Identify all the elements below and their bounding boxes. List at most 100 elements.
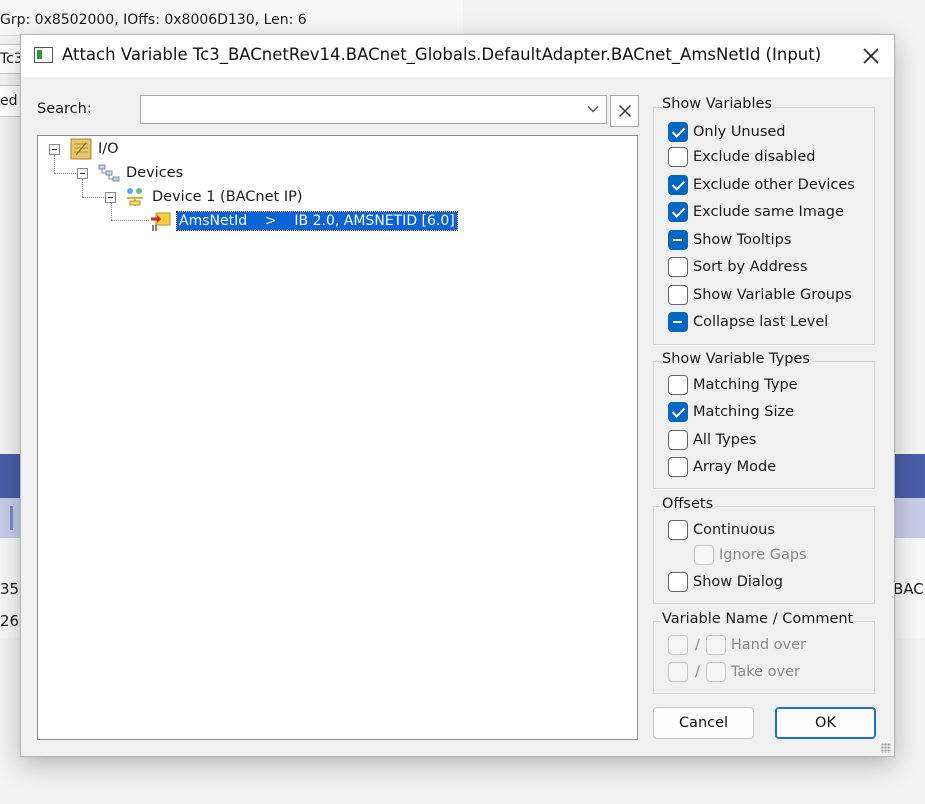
- name-hand-over-checkbox[interactable]: [668, 635, 688, 655]
- tree-label-io: I/O: [98, 141, 119, 157]
- matching-size-checkbox[interactable]: Matching Size: [668, 401, 794, 423]
- checkbox-box[interactable]: [668, 572, 688, 592]
- cancel-button[interactable]: Cancel: [653, 707, 754, 739]
- offsets-title: Offsets: [661, 496, 715, 512]
- input-variable-icon: [151, 212, 171, 231]
- dialog-title: Attach Variable Tc3_BACnetRev14.BACnet_G…: [62, 45, 822, 64]
- tree-label-devices: Devices: [126, 165, 184, 181]
- tree-connector: [111, 203, 112, 220]
- checkbox-box[interactable]: [668, 122, 688, 142]
- comment-take-over-checkbox[interactable]: [705, 662, 726, 682]
- background-info-text: Grp: 0x8502000, IOffs: 0x8006D130, Len: …: [0, 12, 307, 28]
- search-input[interactable]: [145, 96, 575, 122]
- only-unused-label: Only Unused: [693, 124, 786, 140]
- checkbox-box[interactable]: [668, 175, 688, 195]
- exclude-other-devices-label: Exclude other Devices: [693, 177, 855, 193]
- matching-size-label: Matching Size: [693, 404, 795, 420]
- tree-node-amsnetid[interactable]: AmsNetId > IB 2.0, AMSNETID [6.0]: [150, 210, 458, 232]
- collapse-last-level-label: Collapse last Level: [693, 314, 829, 330]
- variable-name-comment-group: [653, 621, 875, 694]
- hand-over-row[interactable]: / Hand over: [668, 634, 806, 656]
- show-tooltips-checkbox[interactable]: Show Tooltips: [668, 229, 791, 251]
- continuous-checkbox[interactable]: Continuous: [668, 519, 775, 541]
- ok-button[interactable]: OK: [775, 707, 876, 739]
- checkbox-box[interactable]: [668, 230, 688, 250]
- checkbox-box[interactable]: [668, 520, 688, 540]
- variable-tree[interactable]: I/O Devices Device 1 (BACnet IP) AmsNetI…: [37, 135, 638, 740]
- tree-node-io[interactable]: I/O: [70, 138, 119, 160]
- checkbox-box[interactable]: [668, 285, 688, 305]
- separator-slash: /: [695, 637, 700, 653]
- ignore-gaps-checkbox[interactable]: Ignore Gaps: [694, 544, 807, 566]
- show-variable-groups-checkbox[interactable]: Show Variable Groups: [668, 284, 852, 306]
- tree-label-amsnetid: AmsNetId > IB 2.0, AMSNETID [6.0]: [176, 211, 458, 231]
- show-dialog-label: Show Dialog: [693, 574, 783, 590]
- only-unused-checkbox[interactable]: Only Unused: [668, 121, 786, 143]
- checkbox-box[interactable]: [668, 457, 688, 477]
- matching-type-checkbox[interactable]: Matching Type: [668, 374, 798, 396]
- checkbox-box[interactable]: [668, 257, 688, 277]
- background-row2-left: 26: [0, 612, 20, 630]
- tree-label-device1: Device 1 (BACnet IP): [152, 189, 303, 205]
- take-over-row[interactable]: / Take over: [668, 661, 800, 683]
- search-label: Search:: [37, 101, 92, 117]
- sort-by-address-checkbox[interactable]: Sort by Address: [668, 256, 807, 278]
- checkbox-box[interactable]: [668, 375, 688, 395]
- hand-over-label: Hand over: [730, 637, 807, 653]
- checkbox-box[interactable]: [668, 430, 688, 450]
- array-mode-label: Array Mode: [693, 459, 777, 475]
- separator-slash: /: [695, 664, 700, 680]
- show-variable-types-title: Show Variable Types: [661, 351, 811, 367]
- ignore-gaps-label: Ignore Gaps: [719, 547, 807, 563]
- collapse-io-toggle[interactable]: [49, 144, 60, 155]
- collapse-device1-toggle[interactable]: [105, 192, 116, 203]
- clear-icon: [618, 105, 631, 117]
- exclude-same-image-label: Exclude same Image: [693, 204, 844, 220]
- matching-type-label: Matching Type: [693, 377, 798, 393]
- collapse-last-level-checkbox[interactable]: Collapse last Level: [668, 311, 828, 333]
- clear-search-button[interactable]: [610, 95, 639, 127]
- variable-name-comment-title: Variable Name / Comment: [661, 611, 855, 627]
- checkbox-box[interactable]: [668, 312, 688, 332]
- exclude-disabled-checkbox[interactable]: Exclude disabled: [668, 146, 815, 168]
- tree-connector: [82, 179, 83, 197]
- checkbox-box[interactable]: [668, 202, 688, 222]
- array-mode-checkbox[interactable]: Array Mode: [668, 456, 776, 478]
- window-icon: [34, 47, 53, 63]
- show-variables-title: Show Variables: [661, 96, 773, 112]
- io-folder-icon: [70, 138, 92, 160]
- exclude-same-image-checkbox[interactable]: Exclude same Image: [668, 201, 844, 223]
- background-row1-left: 35: [0, 580, 20, 598]
- name-take-over-checkbox[interactable]: [668, 662, 688, 682]
- take-over-label: Take over: [730, 664, 800, 680]
- tree-node-device1[interactable]: Device 1 (BACnet IP): [124, 186, 303, 208]
- dialog-titlebar[interactable]: Attach Variable Tc3_BACnetRev14.BACnet_G…: [21, 35, 894, 77]
- tree-node-devices[interactable]: Devices: [98, 162, 183, 184]
- checkbox-box[interactable]: [694, 545, 714, 565]
- checkbox-box[interactable]: [668, 147, 688, 167]
- close-button[interactable]: [848, 35, 894, 77]
- show-variable-groups-label: Show Variable Groups: [693, 287, 852, 303]
- close-icon: [863, 48, 879, 64]
- background-band-marker: [10, 506, 13, 530]
- tree-connector: [111, 220, 149, 221]
- resize-grip-icon[interactable]: [881, 743, 891, 753]
- search-combobox[interactable]: [140, 95, 607, 124]
- background-row1-right: BAC: [893, 580, 924, 598]
- comment-hand-over-checkbox[interactable]: [705, 635, 726, 655]
- all-types-label: All Types: [693, 432, 757, 448]
- device-icon: [127, 188, 143, 206]
- checkbox-box[interactable]: [668, 402, 688, 422]
- sort-by-address-label: Sort by Address: [693, 259, 808, 275]
- exclude-other-devices-checkbox[interactable]: Exclude other Devices: [668, 174, 855, 196]
- attach-variable-dialog: Attach Variable Tc3_BACnetRev14.BACnet_G…: [20, 34, 895, 757]
- show-dialog-checkbox[interactable]: Show Dialog: [668, 571, 783, 593]
- exclude-disabled-label: Exclude disabled: [693, 149, 816, 165]
- collapse-devices-toggle[interactable]: [77, 168, 88, 179]
- tree-connector: [54, 155, 55, 173]
- continuous-label: Continuous: [693, 522, 775, 538]
- chevron-down-icon[interactable]: [586, 102, 600, 116]
- all-types-checkbox[interactable]: All Types: [668, 429, 756, 451]
- devices-icon: [98, 164, 120, 182]
- show-tooltips-label: Show Tooltips: [693, 232, 792, 248]
